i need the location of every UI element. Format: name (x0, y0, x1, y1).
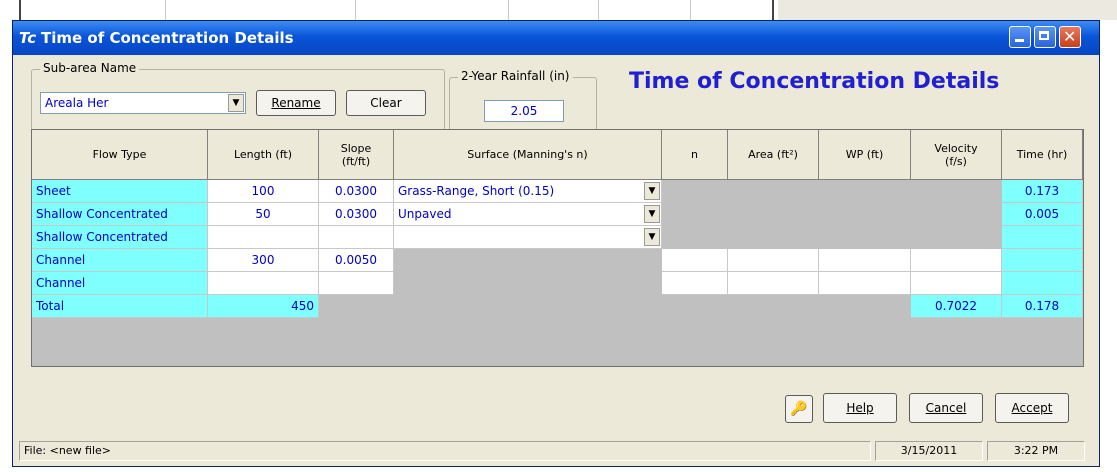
row3-slope[interactable] (319, 226, 394, 249)
row2-flow-type[interactable]: Shallow Concentrated (32, 203, 208, 226)
header-velocity: Velocity (f/s) (911, 130, 1002, 180)
row4-area[interactable] (728, 249, 819, 272)
subarea-group: Sub-area Name Areala Her ▼ Rename Clear (31, 61, 445, 131)
key-icon: 🔑 (790, 401, 808, 417)
chevron-down-icon[interactable]: ▼ (228, 94, 244, 112)
window-title: Time of Concentration Details (41, 29, 294, 47)
subarea-value: Areala Her (45, 96, 109, 110)
total-time: 0.178 (1002, 295, 1083, 318)
status-time: 3:22 PM (987, 441, 1085, 461)
subarea-select[interactable]: Areala Her ▼ (40, 92, 246, 114)
row5-slope[interactable] (319, 272, 394, 295)
status-file: File: <new file> (19, 441, 871, 461)
minimize-button[interactable] (1009, 26, 1031, 48)
clear-button[interactable]: Clear (346, 90, 426, 116)
row5-wp[interactable] (819, 272, 911, 295)
row5-velocity[interactable] (911, 272, 1002, 295)
help-button[interactable]: Help (823, 393, 897, 423)
minimize-icon (1015, 39, 1024, 42)
rainfall-label: 2-Year Rainfall (in) (458, 69, 573, 83)
rename-button[interactable]: Rename (256, 90, 336, 116)
chevron-down-icon[interactable]: ▼ (644, 182, 660, 200)
row3-gray (662, 226, 1002, 249)
total-label: Total (32, 295, 208, 318)
accept-button[interactable]: Accept (995, 393, 1069, 423)
row5-surface-gray (394, 272, 662, 295)
row2-slope[interactable]: 0.0300 (319, 203, 394, 226)
row2-surface[interactable]: Unpaved ▼ (394, 203, 662, 226)
chevron-down-icon[interactable]: ▼ (644, 205, 660, 223)
header-n: n (662, 130, 728, 180)
row1-slope[interactable]: 0.0300 (319, 180, 394, 203)
close-icon: ✕ (1063, 27, 1077, 46)
key-help-button[interactable]: 🔑 (785, 395, 813, 423)
header-length: Length (ft) (208, 130, 319, 180)
row5-time (1002, 272, 1083, 295)
page-heading: Time of Concentration Details (629, 69, 1000, 94)
row2-surface-value: Unpaved (398, 207, 452, 221)
clear-label: Clear (370, 96, 402, 110)
accept-label: Accept (1011, 401, 1053, 415)
title-bar[interactable]: Tc Time of Concentration Details ✕ (13, 21, 1099, 55)
row4-velocity[interactable] (911, 249, 1002, 272)
row4-n[interactable] (662, 249, 728, 272)
background-window-strip (0, 0, 1117, 20)
row4-slope[interactable]: 0.0050 (319, 249, 394, 272)
row5-n[interactable] (662, 272, 728, 295)
header-surface: Surface (Manning's n) (394, 130, 662, 180)
tc-details-window: Tc Time of Concentration Details ✕ Sub-a… (12, 20, 1100, 467)
header-slope: Slope (ft/ft) (319, 130, 394, 180)
rainfall-group: 2-Year Rainfall (in) 2.05 (449, 69, 597, 135)
maximize-icon (1039, 31, 1049, 40)
row1-n (662, 180, 1002, 203)
cancel-label: Cancel (925, 401, 967, 415)
tc-grid: Flow Type Length (ft) Slope (ft/ft) Surfa… (31, 129, 1084, 367)
row1-surface-value: Grass-Range, Short (0.15) (398, 184, 555, 198)
row3-flow-type[interactable]: Shallow Concentrated (32, 226, 208, 249)
row4-length[interactable]: 300 (208, 249, 319, 272)
row1-length[interactable]: 100 (208, 180, 319, 203)
header-time: Time (hr) (1002, 130, 1083, 180)
total-length: 450 (208, 295, 319, 318)
rainfall-input[interactable]: 2.05 (484, 100, 564, 122)
row3-surface[interactable]: ▼ (394, 226, 662, 249)
row2-length[interactable]: 50 (208, 203, 319, 226)
app-icon: Tc (19, 29, 37, 47)
row4-flow-type[interactable]: Channel (32, 249, 208, 272)
row5-length[interactable] (208, 272, 319, 295)
cancel-button[interactable]: Cancel (909, 393, 983, 423)
chevron-down-icon[interactable]: ▼ (644, 228, 660, 246)
row3-length[interactable] (208, 226, 319, 249)
status-date: 3/15/2011 (875, 441, 983, 461)
row1-surface[interactable]: Grass-Range, Short (0.15) ▼ (394, 180, 662, 203)
row3-time (1002, 226, 1083, 249)
header-flow-type: Flow Type (32, 130, 208, 180)
row5-flow-type[interactable]: Channel (32, 272, 208, 295)
close-button[interactable]: ✕ (1059, 26, 1081, 48)
row4-surface-gray (394, 249, 662, 272)
row4-time (1002, 249, 1083, 272)
help-label: Help (846, 401, 874, 415)
status-bar: File: <new file> 3/15/2011 3:22 PM (19, 441, 1087, 461)
header-wp: WP (ft) (819, 130, 911, 180)
row2-gray (662, 203, 1002, 226)
row4-wp[interactable] (819, 249, 911, 272)
row2-time: 0.005 (1002, 203, 1083, 226)
maximize-button[interactable] (1034, 26, 1056, 48)
total-velocity: 0.7022 (911, 295, 1002, 318)
header-area: Area (ft²) (728, 130, 819, 180)
rainfall-value: 2.05 (510, 104, 538, 118)
row1-flow-type[interactable]: Sheet (32, 180, 208, 203)
subarea-label: Sub-area Name (40, 61, 140, 75)
row5-area[interactable] (728, 272, 819, 295)
total-gray (319, 295, 911, 318)
rename-label: Rename (271, 96, 321, 110)
row1-time: 0.173 (1002, 180, 1083, 203)
